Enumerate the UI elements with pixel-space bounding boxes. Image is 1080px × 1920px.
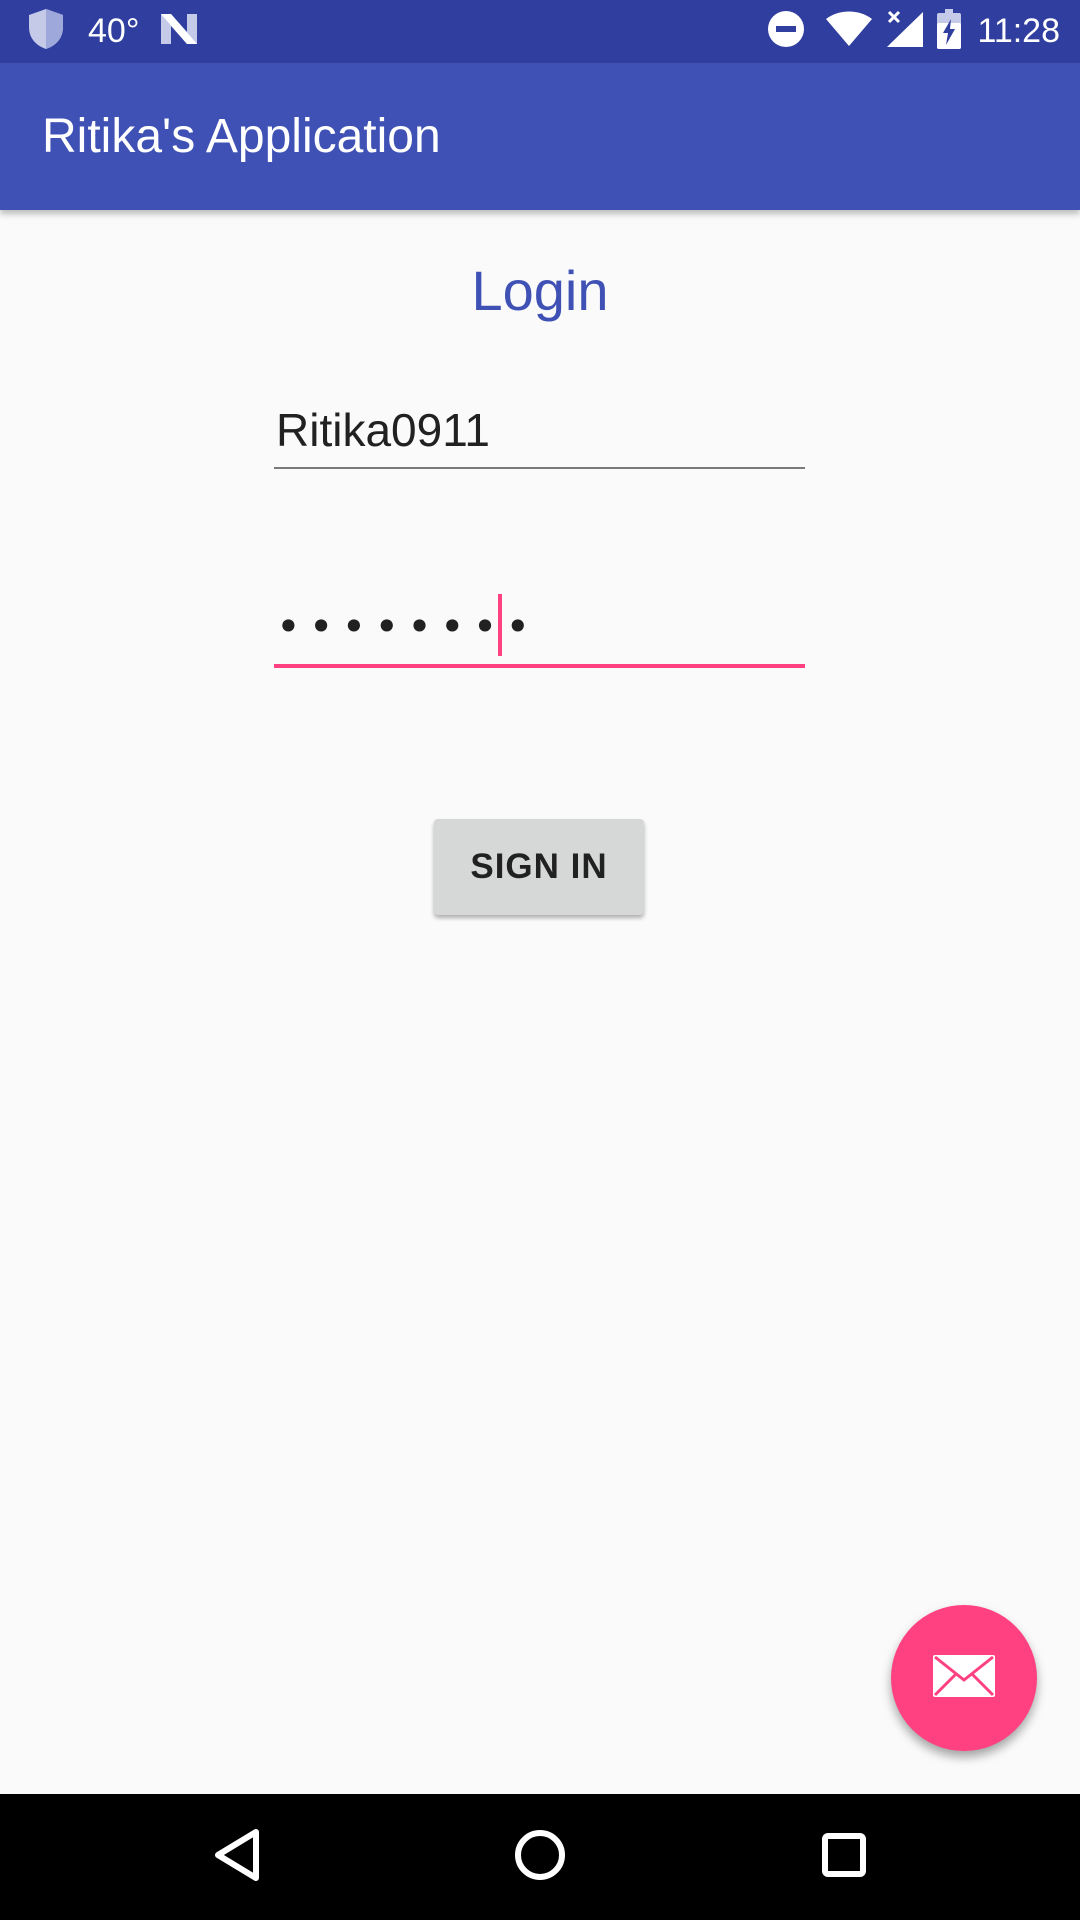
shield-icon xyxy=(26,7,66,56)
home-button[interactable] xyxy=(470,1794,610,1920)
status-left: 40° xyxy=(26,0,199,63)
temperature-text: 40° xyxy=(88,12,140,50)
text-cursor xyxy=(498,594,502,656)
status-right: 11:28 xyxy=(767,0,1060,63)
clock-text: 11:28 xyxy=(977,12,1060,50)
recents-button[interactable] xyxy=(774,1794,914,1920)
screen: 40° 11:28 Ritika's Application Login Rit… xyxy=(0,0,1080,1920)
login-title: Login xyxy=(471,259,609,322)
password-field[interactable]: •••••••• xyxy=(274,590,805,668)
recents-icon xyxy=(821,1832,867,1883)
username-underline xyxy=(274,467,805,469)
navigation-bar xyxy=(0,1794,1080,1920)
battery-charging-icon xyxy=(937,9,962,54)
status-bar: 40° 11:28 xyxy=(0,0,1080,63)
mail-icon xyxy=(932,1654,996,1703)
signal-no-data-icon xyxy=(885,10,925,53)
do-not-disturb-icon xyxy=(767,10,805,53)
username-value[interactable]: Ritika0911 xyxy=(276,403,490,457)
back-button[interactable] xyxy=(167,1794,307,1920)
app-bar: Ritika's Application xyxy=(0,63,1080,210)
app-title: Ritika's Application xyxy=(42,110,441,163)
username-field[interactable]: Ritika0911 xyxy=(274,395,805,469)
password-underline xyxy=(274,664,805,668)
back-icon xyxy=(212,1828,262,1887)
mail-fab-button[interactable] xyxy=(891,1605,1037,1751)
home-icon xyxy=(514,1829,566,1886)
n-notification-icon xyxy=(159,12,199,51)
wifi-icon xyxy=(825,11,873,52)
sign-in-button[interactable]: SIGN IN xyxy=(434,819,644,915)
